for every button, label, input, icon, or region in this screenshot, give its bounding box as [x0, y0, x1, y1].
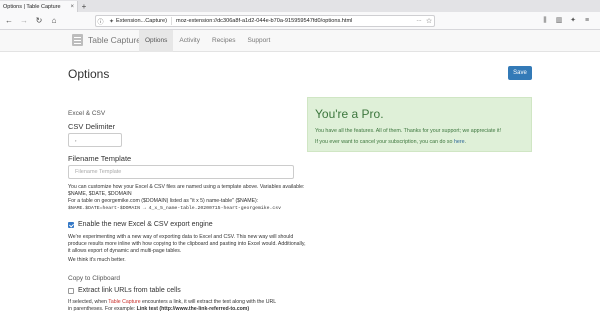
toolbar-right: ⫼ ▥ ✦ ≡: [538, 15, 594, 27]
extract-links-help: If selected, when Table Capture encounte…: [68, 299, 328, 313]
pro-title: You're a Pro.: [315, 107, 384, 121]
cancel-subscription-link[interactable]: here: [454, 139, 465, 145]
extension-label: Extension...Capture): [116, 18, 168, 24]
extract-help-app-name: Table Capture: [108, 299, 141, 305]
browser-tab[interactable]: Options | Table Capture ×: [0, 1, 78, 12]
filename-example-code: $NAME.$DATE=heart-$DOMAIN → 4_x_5_name-t…: [68, 206, 282, 211]
save-button[interactable]: Save: [508, 66, 532, 80]
extract-help-2a: in parentheses. For example:: [68, 306, 137, 312]
pro-cancel-period: .: [464, 139, 467, 145]
url-bar[interactable]: ⓘ ✦ Extension...Capture) moz-extension:/…: [95, 15, 435, 27]
home-icon[interactable]: ⌂: [48, 15, 60, 27]
browser-navbar: ← → ↻ ⌂ ⓘ ✦ Extension...Capture) moz-ext…: [0, 12, 600, 30]
extract-help-1c: encounters a link, it will extract the t…: [140, 299, 277, 305]
extract-help-1a: If selected, when: [68, 299, 109, 305]
close-icon[interactable]: ×: [70, 4, 74, 10]
nav-activity[interactable]: Activity: [173, 30, 206, 52]
nav-options[interactable]: Options: [139, 30, 174, 52]
page-title: Options: [68, 67, 110, 81]
filename-template-label: Filename Template: [68, 154, 132, 163]
new-export-help-2: We think it's much better.: [68, 257, 126, 263]
bookmark-star-icon[interactable]: ☆: [424, 17, 434, 25]
nav-recipes[interactable]: Recipes: [206, 30, 241, 52]
puzzle-icon: ✦: [109, 18, 115, 25]
new-export-checkbox[interactable]: [68, 221, 74, 228]
new-export-label: Enable the new Excel & CSV export engine: [78, 221, 213, 228]
app-header: Table Capture Options Activity Recipes S…: [0, 30, 600, 52]
page-actions-icon[interactable]: ···: [414, 18, 424, 24]
pro-cancel-message: If you ever want to cancel your subscrip…: [315, 139, 466, 145]
brand-name: Table Capture: [88, 35, 141, 45]
new-tab-icon[interactable]: +: [78, 1, 90, 12]
extract-links-checkbox[interactable]: [68, 287, 74, 294]
section-copy-clipboard: Copy to Clipboard: [68, 275, 121, 282]
new-export-option[interactable]: Enable the new Excel & CSV export engine: [68, 221, 213, 228]
browser-tab-title: Options | Table Capture: [3, 3, 61, 10]
filename-help-text: You can customize how your Excel & CSV f…: [68, 184, 305, 197]
app-nav: Options Activity Recipes Support: [139, 30, 276, 52]
info-icon[interactable]: ⓘ: [96, 17, 105, 26]
brand[interactable]: Table Capture: [72, 34, 141, 46]
nav-support[interactable]: Support: [241, 30, 276, 52]
reload-icon[interactable]: ↻: [33, 15, 45, 27]
pro-status-box: You're a Pro. You have all the features.…: [307, 97, 532, 152]
filename-template-input[interactable]: Filename Template: [68, 165, 294, 179]
pro-cancel-text: If you ever want to cancel your subscrip…: [315, 139, 454, 145]
filename-example-text: For a table on georgemike.com ($DOMAIN) …: [68, 198, 259, 204]
section-excel-csv: Excel & CSV: [68, 110, 106, 117]
extension-identity[interactable]: ✦ Extension...Capture): [105, 17, 173, 25]
menu-icon[interactable]: ≡: [580, 15, 594, 27]
browser-tab-strip: Options | Table Capture × +: [0, 0, 600, 12]
new-export-help: We're experimenting with a new way of ex…: [68, 234, 306, 254]
back-icon[interactable]: ←: [3, 15, 15, 27]
pro-message: You have all the features. All of them. …: [315, 128, 502, 134]
sidebar-icon[interactable]: ▥: [552, 15, 566, 27]
extensions-icon[interactable]: ✦: [566, 15, 580, 27]
url-text[interactable]: moz-extension://dc306a8f-a1d2-044e-b70a-…: [172, 18, 414, 24]
csv-delimiter-input[interactable]: ,: [68, 133, 122, 147]
library-icon[interactable]: ⫼: [538, 15, 552, 27]
csv-delimiter-label: CSV Delimiter: [68, 122, 116, 131]
extract-help-example: Link test (http://www.the-link-referred-…: [136, 306, 250, 312]
extract-links-label: Extract link URLs from table cells: [78, 287, 181, 294]
extract-links-option[interactable]: Extract link URLs from table cells: [68, 287, 181, 294]
forward-icon[interactable]: →: [18, 15, 30, 27]
table-logo-icon: [72, 34, 83, 46]
